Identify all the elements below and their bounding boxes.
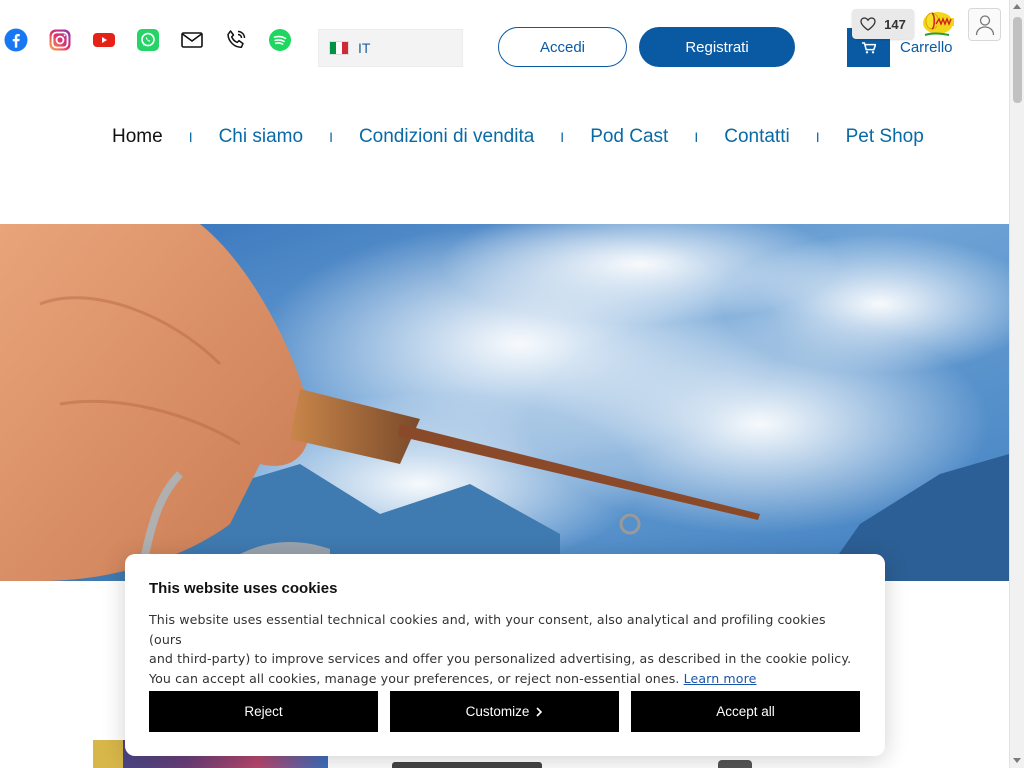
cookie-description: This website uses essential technical co… bbox=[149, 610, 861, 688]
customize-button[interactable]: Customize bbox=[390, 691, 619, 732]
phone-icon[interactable] bbox=[224, 28, 248, 52]
social-links bbox=[4, 28, 292, 52]
top-bar: IT Accedi Registrati Carrello 147 bbox=[0, 0, 1009, 90]
cookie-text-line: You can accept all cookies, manage your … bbox=[149, 670, 680, 686]
nav-item-pet-shop[interactable]: Pet Shop bbox=[846, 126, 924, 148]
brand-logo[interactable] bbox=[920, 9, 956, 39]
cookie-actions: Reject Customize Accept all bbox=[149, 691, 860, 732]
product-thumbnail[interactable] bbox=[392, 762, 542, 768]
product-thumbnail[interactable] bbox=[718, 760, 752, 768]
register-button[interactable]: Registrati bbox=[639, 27, 795, 67]
nav-separator: I bbox=[815, 129, 820, 145]
spotify-icon[interactable] bbox=[268, 28, 292, 52]
heart-icon bbox=[860, 17, 876, 31]
main-nav: Home I Chi siamo I Condizioni di vendita… bbox=[112, 126, 924, 148]
nav-item-chi-siamo[interactable]: Chi siamo bbox=[219, 126, 303, 148]
page-scrollbar[interactable] bbox=[1009, 0, 1024, 768]
learn-more-link[interactable]: Learn more bbox=[684, 671, 757, 686]
scroll-down-arrow-icon[interactable] bbox=[1013, 758, 1021, 763]
nav-item-contatti[interactable]: Contatti bbox=[724, 126, 789, 148]
nav-separator: I bbox=[694, 129, 699, 145]
scroll-up-arrow-icon[interactable] bbox=[1013, 4, 1021, 9]
cookie-text-line: This website uses essential technical co… bbox=[149, 612, 826, 647]
login-button[interactable]: Accedi bbox=[498, 27, 627, 67]
instagram-icon[interactable] bbox=[48, 28, 72, 52]
cookie-title: This website uses cookies bbox=[149, 580, 338, 597]
nav-item-pod-cast[interactable]: Pod Cast bbox=[590, 126, 668, 148]
reject-button[interactable]: Reject bbox=[149, 691, 378, 732]
language-code: IT bbox=[358, 40, 371, 56]
scrollbar-thumb[interactable] bbox=[1013, 17, 1022, 103]
nav-item-condizioni-di-vendita[interactable]: Condizioni di vendita bbox=[359, 126, 534, 148]
customize-label: Customize bbox=[465, 704, 530, 719]
nav-separator: I bbox=[188, 129, 193, 145]
hero-image bbox=[0, 224, 1009, 581]
language-selector[interactable]: IT bbox=[318, 29, 463, 67]
nav-separator: I bbox=[329, 129, 333, 145]
facebook-icon[interactable] bbox=[4, 28, 28, 52]
cookie-text-line: and third-party) to improve services and… bbox=[149, 651, 852, 666]
accept-all-button[interactable]: Accept all bbox=[631, 691, 860, 732]
cart-label: Carrello bbox=[900, 39, 953, 56]
favorites-counter[interactable]: 147 bbox=[852, 9, 914, 39]
favorites-count: 147 bbox=[884, 16, 906, 32]
nav-item-home[interactable]: Home bbox=[112, 126, 163, 148]
mail-icon[interactable] bbox=[180, 28, 204, 52]
italy-flag-icon bbox=[329, 41, 349, 55]
whatsapp-icon[interactable] bbox=[136, 28, 160, 52]
chevron-right-icon bbox=[536, 706, 543, 717]
cookie-banner: This website uses cookies This website u… bbox=[125, 554, 885, 756]
nav-separator: I bbox=[560, 129, 565, 145]
user-account-icon[interactable] bbox=[968, 8, 1001, 41]
youtube-icon[interactable] bbox=[92, 28, 116, 52]
